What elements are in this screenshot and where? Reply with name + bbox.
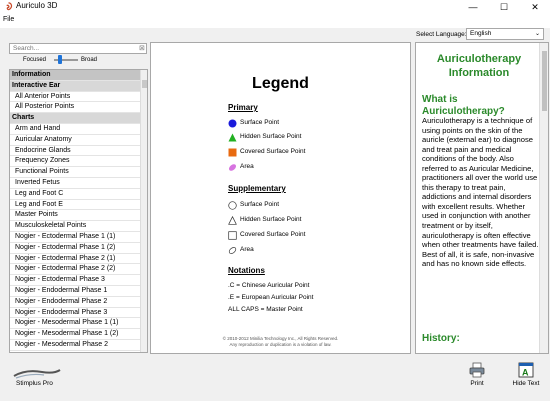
list-rows: Information Interactive Ear All Anterior P… — [10, 70, 147, 351]
menu-bar: File — [0, 14, 550, 28]
list-section-header[interactable]: Information — [10, 70, 147, 81]
legend-title: Legend — [252, 75, 309, 92]
notation-chinese: .C = Chinese Auricular Point — [228, 282, 310, 289]
list-item[interactable]: All Anterior Points — [10, 92, 147, 103]
legend-item-label: Hidden Surface Point — [240, 133, 302, 140]
svg-text:A: A — [522, 368, 529, 378]
legend-item-label: Covered Surface Point — [240, 231, 306, 238]
info-heading-what: What is Auriculotherapy? — [422, 94, 505, 117]
info-heading-history: History: — [422, 333, 460, 344]
list-item[interactable]: Nogier - Mesodermal Phase 2 — [10, 340, 147, 351]
outline-ellipse-icon — [228, 247, 237, 254]
scope-slider-thumb[interactable] — [58, 55, 62, 64]
list-item[interactable]: Master Points — [10, 210, 147, 222]
outline-square-icon — [228, 231, 237, 240]
print-button[interactable]: Print — [457, 362, 497, 392]
scope-broad-label: Broad — [81, 57, 98, 63]
notation-master: ALL CAPS = Master Point — [228, 306, 303, 313]
list-item[interactable]: Nogier - Ectodermal Phase 3 — [10, 275, 147, 286]
list-item[interactable]: Nogier - Endodermal Phase 1 — [10, 286, 147, 297]
menu-file[interactable]: File — [3, 16, 14, 23]
title-bar: Auriculo 3D — ☐ ✕ — [0, 0, 550, 14]
list-scroll-thumb[interactable] — [142, 80, 147, 88]
chevron-down-icon: ⌄ — [534, 31, 540, 37]
list-item[interactable]: Musculoskeletal Points — [10, 221, 147, 232]
list-item[interactable]: Nogier - Endodermal Phase 2 — [10, 297, 147, 308]
primary-heading: Primary — [228, 103, 258, 112]
notation-european: .E = European Auricular Point — [228, 294, 314, 301]
info-panel: Auriculotherapy Information What is Auri… — [415, 42, 549, 354]
legend-panel: Legend Primary Surface Point Hidden Surf… — [150, 42, 411, 354]
list-item[interactable]: Frequency Zones — [10, 156, 147, 168]
list-item[interactable]: Nogier - Mesodermal Phase 1 (2) — [10, 329, 147, 340]
info-title: Auriculotherapy Information — [436, 53, 522, 79]
hide-text-icon: A — [518, 362, 534, 378]
window-title: Auriculo 3D — [16, 1, 58, 10]
list-item[interactable]: Nogier - Endodermal Phase 3 — [10, 308, 147, 319]
info-scroll-thumb[interactable] — [542, 51, 547, 111]
navigation-list: Information Interactive Ear All Anterior P… — [9, 69, 148, 353]
minimize-button[interactable]: — — [458, 0, 488, 14]
hide-text-button[interactable]: A Hide Text — [506, 362, 546, 392]
notations-heading: Notations — [228, 266, 265, 275]
list-section-header[interactable]: Interactive Ear — [10, 80, 147, 92]
list-item[interactable]: All Posterior Points — [10, 102, 147, 114]
list-section-header[interactable]: Charts — [10, 113, 147, 124]
info-body-text: Auriculotherapy is a technique of using … — [422, 116, 539, 269]
supplementary-heading: Supplementary — [228, 184, 286, 193]
close-button[interactable]: ✕ — [520, 0, 550, 14]
print-label: Print — [470, 380, 484, 387]
language-label: Select Language: — [416, 31, 467, 38]
blue-circle-icon — [228, 119, 237, 128]
copyright-notice: © 2010-2012 Minilia Technology Inc., All… — [151, 336, 410, 348]
legend-item-label: Area — [240, 246, 254, 253]
info-scrollbar[interactable] — [539, 43, 548, 353]
outline-triangle-icon — [228, 216, 237, 225]
stimplus-device-icon — [13, 369, 61, 379]
outline-circle-icon — [228, 201, 237, 210]
language-select[interactable]: English ⌄ — [466, 28, 544, 40]
app-logo-icon — [6, 2, 13, 11]
maximize-button[interactable]: ☐ — [489, 0, 519, 14]
list-item[interactable]: Endocrine Glands — [10, 146, 147, 157]
hide-text-label: Hide Text — [512, 380, 540, 387]
list-item[interactable]: Nogier - Ectodermal Phase 2 (2) — [10, 264, 147, 276]
legend-item-label: Hidden Surface Point — [240, 216, 302, 223]
language-value: English — [470, 30, 492, 37]
list-item[interactable]: Inverted Fetus — [10, 178, 147, 189]
list-item[interactable]: Nogier - Ectodermal Phase 1 (2) — [10, 243, 147, 254]
orange-square-icon — [228, 148, 237, 157]
copyright-line: Any reproduction or duplication is a vio… — [229, 342, 332, 347]
device-label: Stimplus Pro — [16, 380, 53, 387]
list-item[interactable]: Arm and Hand — [10, 124, 147, 135]
list-item[interactable]: Nogier - Ectodermal Phase 1 (1) — [10, 232, 147, 243]
list-item[interactable]: Auricular Anatomy — [10, 135, 147, 146]
list-item[interactable]: Leg and Foot C — [10, 189, 147, 200]
list-item[interactable]: Functional Points — [10, 167, 147, 178]
green-triangle-icon — [228, 133, 237, 142]
scope-focused-label: Focused — [23, 57, 47, 63]
clear-search-icon[interactable]: ⊠ — [139, 45, 146, 52]
pink-ellipse-icon — [229, 164, 236, 171]
search-input[interactable] — [9, 43, 147, 54]
legend-item-label: Covered Surface Point — [240, 148, 306, 155]
legend-item-label: Surface Point — [240, 119, 280, 126]
list-item[interactable]: Nogier - Mesodermal Phase 1 (1) — [10, 318, 147, 330]
list-scrollbar[interactable] — [140, 70, 147, 352]
list-item[interactable]: Leg and Foot E — [10, 200, 147, 211]
legend-item-label: Area — [240, 163, 254, 170]
list-item[interactable]: Nogier - Ectodermal Phase 2 (1) — [10, 254, 147, 265]
printer-icon — [469, 362, 485, 378]
legend-item-label: Surface Point — [240, 201, 280, 208]
